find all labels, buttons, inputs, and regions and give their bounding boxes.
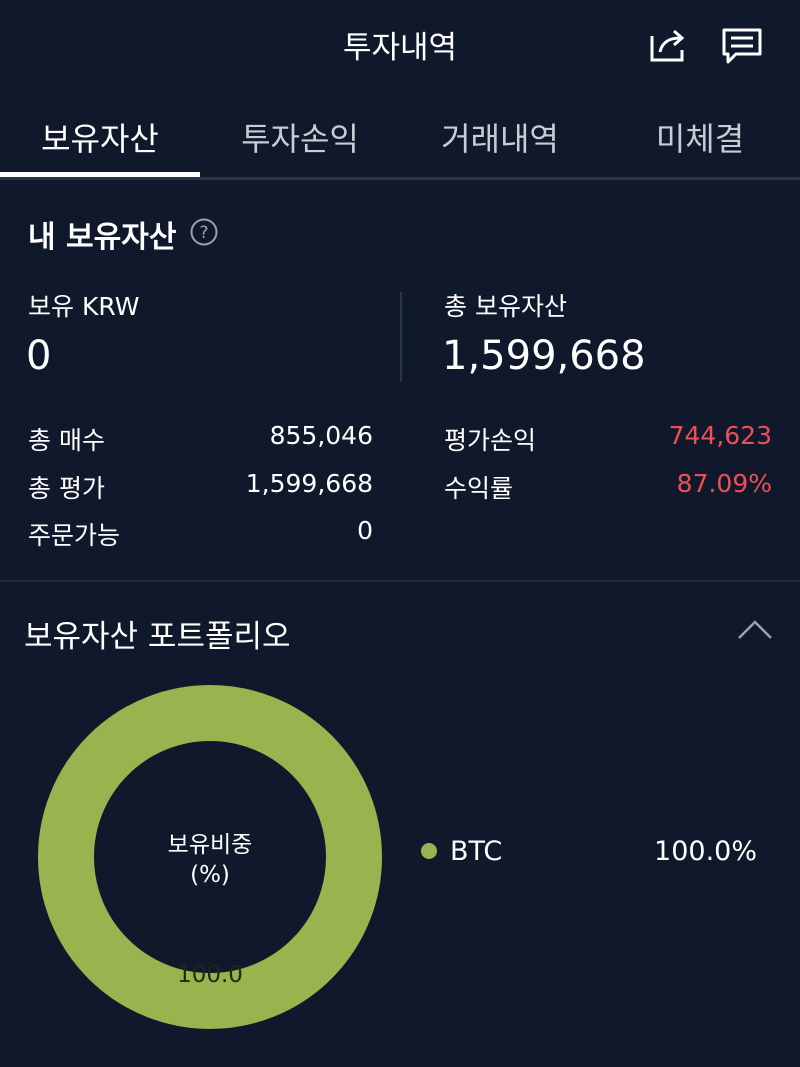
total-eval-label: 총 평가 bbox=[28, 474, 105, 503]
tab-pending[interactable]: 미체결 bbox=[600, 114, 800, 160]
legend-dot-btc bbox=[421, 843, 437, 859]
krw-value: 0 bbox=[26, 333, 52, 379]
tab-holdings[interactable]: 보유자산 bbox=[0, 114, 200, 160]
portfolio-title: 보유자산 포트폴리오 bbox=[24, 619, 291, 655]
chat-icon[interactable] bbox=[720, 22, 764, 66]
donut-center-line1: 보유비중 bbox=[167, 832, 253, 858]
chevron-up-icon[interactable] bbox=[735, 616, 775, 644]
orderable-label: 주문가능 bbox=[28, 521, 121, 550]
eval-pl-label: 평가손익 bbox=[444, 426, 537, 455]
total-eval-value: 1,599,668 bbox=[245, 469, 373, 498]
legend-value-btc: 100.0% bbox=[654, 836, 757, 867]
total-assets-value: 1,599,668 bbox=[442, 333, 646, 379]
tab-bar: 보유자산 투자손익 거래내역 미체결 bbox=[0, 100, 800, 180]
krw-label: 보유 KRW bbox=[28, 292, 140, 321]
svg-text:?: ? bbox=[199, 223, 208, 243]
eval-pl-value: 744,623 bbox=[668, 421, 772, 450]
total-buy-label: 총 매수 bbox=[28, 426, 105, 455]
assets-title: 내 보유자산 bbox=[28, 220, 177, 255]
tab-profit-loss[interactable]: 투자손익 bbox=[200, 114, 400, 160]
section-divider bbox=[0, 580, 800, 582]
help-icon[interactable]: ? bbox=[189, 217, 219, 247]
donut-center-line2: (%) bbox=[190, 862, 230, 888]
total-buy-value: 855,046 bbox=[269, 421, 373, 450]
top-header: 투자내역 bbox=[0, 0, 800, 90]
donut-center-label: 보유비중 (%) bbox=[160, 830, 260, 890]
return-rate-value: 87.09% bbox=[676, 469, 772, 498]
donut-slice-label: 100.0 bbox=[177, 962, 243, 988]
tab-transactions[interactable]: 거래내역 bbox=[400, 114, 600, 160]
vertical-divider bbox=[400, 292, 402, 382]
active-tab-indicator bbox=[0, 172, 200, 177]
legend-label-btc: BTC bbox=[450, 836, 503, 867]
share-icon[interactable] bbox=[646, 22, 690, 66]
orderable-value: 0 bbox=[357, 516, 373, 545]
total-assets-label: 총 보유자산 bbox=[444, 292, 567, 321]
return-rate-label: 수익률 bbox=[444, 474, 514, 503]
